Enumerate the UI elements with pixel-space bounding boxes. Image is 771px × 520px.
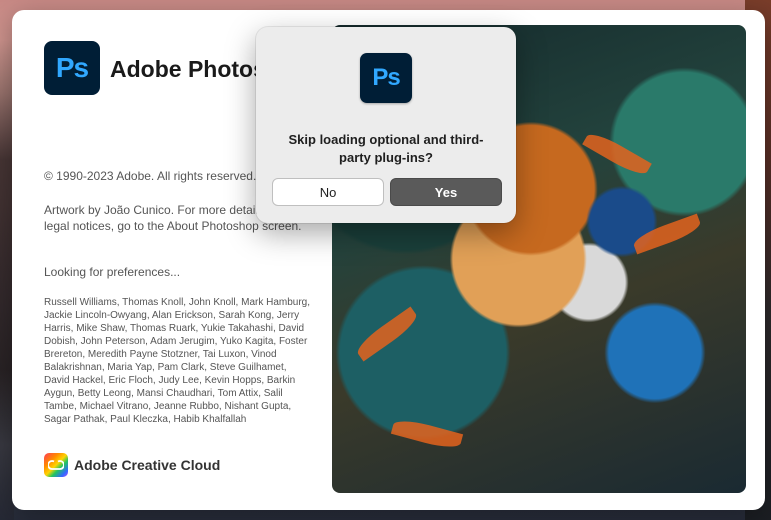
credits-text: Russell Williams, Thomas Knoll, John Kno…	[44, 297, 311, 425]
photoshop-logo-text: Ps	[55, 52, 89, 83]
no-button[interactable]: No	[272, 178, 384, 206]
copyright-text: © 1990-2023 Adobe. All rights reserved.	[44, 169, 257, 183]
dialog-icon-text: Ps	[372, 64, 400, 91]
creative-cloud-icon	[44, 453, 68, 477]
dialog-message: Skip loading optional and third-party pl…	[288, 132, 484, 165]
loading-status-text: Looking for preferences...	[44, 265, 181, 279]
artwork-leaf	[390, 416, 464, 452]
photoshop-dialog-icon: Ps	[360, 53, 412, 103]
artwork-leaf	[353, 306, 421, 362]
creative-cloud-label: Adobe Creative Cloud	[74, 457, 221, 473]
yes-button[interactable]: Yes	[390, 178, 502, 206]
skip-plugins-dialog: Ps Skip loading optional and third-party…	[256, 27, 516, 223]
artwork-leaf	[631, 213, 703, 255]
photoshop-logo-icon: Ps	[44, 41, 100, 95]
artwork-leaf	[582, 128, 652, 180]
